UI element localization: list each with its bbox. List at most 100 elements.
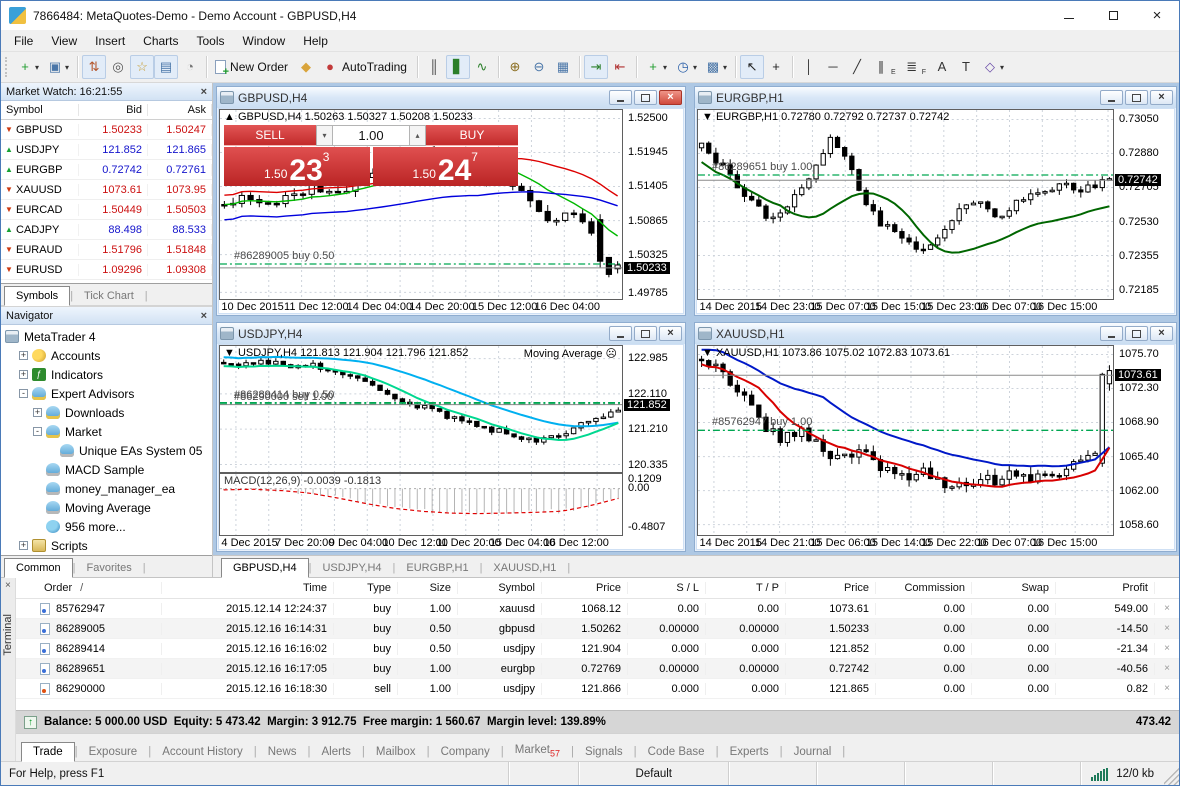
chart-tab-usdjpy-h4[interactable]: USDJPY,H4 (311, 559, 392, 577)
market-watch-tab-tick-chart[interactable]: Tick Chart (73, 287, 145, 305)
order-row-86289651[interactable]: 86289651 2015.12.16 16:17:05 buy 1.00 eurgbp… (16, 659, 1179, 679)
mw-column-symbol[interactable]: Symbol (1, 104, 79, 116)
close-order-icon[interactable]: × (1155, 683, 1179, 694)
equidistant-channel-button[interactable]: ∥ E (869, 55, 900, 79)
market-watch-tab-symbols[interactable]: Symbols (4, 286, 71, 306)
horizontal-line-button[interactable]: ─ (821, 55, 845, 79)
price-scale[interactable]: 0.73050 0.72880 0.72705 0.72530 0.72355 0.721… (1114, 109, 1174, 300)
market-watch-header[interactable]: Market Watch: 16:21:55 (1, 83, 212, 101)
column-header-price-close[interactable]: Price (786, 582, 876, 594)
column-header-type[interactable]: Type (334, 582, 398, 594)
navigator-header[interactable]: Navigator (1, 307, 212, 325)
nav-item-downloads[interactable]: + Downloads (1, 403, 212, 422)
nav-item-unique-eas-system-05[interactable]: Unique EAs System 05 (1, 441, 212, 460)
terminal-tab-experts[interactable]: Experts (719, 743, 780, 761)
market-watch-toggle[interactable]: ⇅ (82, 55, 107, 79)
chart-close-button[interactable] (659, 90, 682, 105)
text-button[interactable]: A (930, 55, 954, 79)
chart-restore-button[interactable] (634, 90, 657, 105)
candlestick-button[interactable]: ▋ (445, 55, 470, 79)
market-watch-row-eurusd[interactable]: ▼ EURUSD 1.09296 1.09308 (1, 260, 212, 280)
chart-minimize-button[interactable] (1100, 90, 1123, 105)
column-header-commission[interactable]: Commission (876, 582, 972, 594)
minimize-button[interactable] (1047, 1, 1091, 30)
nav-item-macd-sample[interactable]: MACD Sample (1, 460, 212, 479)
nav-item-956-more[interactable]: 956 more... (1, 517, 212, 536)
market-watch-close-icon[interactable] (201, 86, 207, 98)
macd-plot[interactable]: MACD(12,26,9) -0.0039 -0.1813 (219, 473, 623, 536)
autotrading-button[interactable]: ● AutoTrading (318, 55, 413, 79)
bar-chart-button[interactable]: ║ (422, 55, 446, 79)
text-label-button[interactable]: T (954, 55, 978, 79)
nav-item-moving-average[interactable]: Moving Average (1, 498, 212, 517)
mw-column-bid[interactable]: Bid (79, 104, 148, 116)
market-watch-row-euraud[interactable]: ▼ EURAUD 1.51796 1.51848 (1, 240, 212, 260)
terminal-close-icon[interactable] (5, 580, 11, 591)
time-axis[interactable]: 10 Dec 2015 11 Dec 12:00 14 Dec 04:00 14 De… (219, 300, 623, 313)
navigator-tab-favorites[interactable]: Favorites (75, 559, 142, 577)
market-watch-row-gbpusd[interactable]: ▼ GBPUSD 1.50233 1.50247 (1, 120, 212, 140)
profiles-button[interactable]: ▣ ▾ (43, 55, 73, 79)
column-header-time[interactable]: Time (162, 582, 334, 594)
chart-window-titlebar-eurgbp[interactable]: EURGBP,H1 (695, 87, 1176, 108)
order-row-86289005[interactable]: 86289005 2015.12.16 16:14:31 buy 0.50 gbpusd… (16, 619, 1179, 639)
time-axis[interactable]: 14 Dec 2015 14 Dec 23:00 15 Dec 07:00 15 De… (697, 300, 1114, 313)
terminal-tab-market[interactable]: Market57 (504, 741, 571, 761)
buy-button[interactable]: BUY (426, 125, 518, 146)
chart-minimize-button[interactable] (609, 90, 632, 105)
terminal-tab-trade[interactable]: Trade (21, 742, 75, 762)
tile-windows-button[interactable]: ▦ (551, 55, 575, 79)
sell-price-tile[interactable]: 1.50 23 3 (224, 147, 370, 186)
chart-plot-usdjpy[interactable]: ▼ USDJPY,H4 121.813 121.904 121.796 121.… (219, 345, 623, 473)
macd-scale[interactable]: 0.1209 0.00 -0.4807 (623, 473, 683, 536)
terminal-toggle[interactable]: ▤ (154, 55, 179, 79)
menu-charts[interactable]: Charts (134, 31, 187, 51)
close-order-icon[interactable]: × (1155, 643, 1179, 654)
expand-plus-icon[interactable]: + (19, 370, 28, 379)
market-watch-row-eurcad[interactable]: ▼ EURCAD 1.50449 1.50503 (1, 200, 212, 220)
column-header-s-l[interactable]: S / L (628, 582, 706, 594)
expand-plus-icon[interactable]: + (33, 408, 42, 417)
chart-window-titlebar-usdjpy[interactable]: USDJPY,H4 (217, 323, 685, 344)
terminal-tab-company[interactable]: Company (430, 743, 501, 761)
close-button[interactable]: × (1135, 1, 1179, 30)
nav-item-market[interactable]: - Market (1, 422, 212, 441)
chart-close-button[interactable] (1150, 326, 1173, 341)
terminal-tab-exposure[interactable]: Exposure (78, 743, 149, 761)
nav-item-accounts[interactable]: + Accounts (1, 346, 212, 365)
chart-minimize-button[interactable] (609, 326, 632, 341)
expand-plus-icon[interactable]: + (19, 351, 28, 360)
nav-item-metatrader-4[interactable]: MetaTrader 4 (1, 327, 212, 346)
chart-plot-xauusd[interactable]: ▼ XAUUSD,H1 1073.86 1075.02 1072.83 1073… (697, 345, 1114, 536)
zoom-out-button[interactable]: ⊖ (527, 55, 551, 79)
terminal-tab-alerts[interactable]: Alerts (311, 743, 362, 761)
periods-button[interactable]: ◷ ▾ (671, 55, 701, 79)
chart-window-titlebar-xauusd[interactable]: XAUUSD,H1 (695, 323, 1176, 344)
column-header-size[interactable]: Size (398, 582, 458, 594)
buy-price-tile[interactable]: 1.50 24 7 (372, 147, 518, 186)
metaeditor-button[interactable]: ◆ (294, 55, 318, 79)
chart-shift-toggle[interactable]: ⇤ (608, 55, 632, 79)
resize-grip[interactable] (1164, 762, 1179, 785)
cursor-button[interactable]: ↖ (740, 55, 765, 79)
line-chart-button[interactable]: ∿ (470, 55, 494, 79)
column-header-symbol[interactable]: Symbol (458, 582, 542, 594)
nav-item-scripts[interactable]: + Scripts (1, 536, 212, 555)
market-watch-row-cadjpy[interactable]: ▲ CADJPY 88.498 88.533 (1, 220, 212, 240)
chart-tab-xauusd-h1[interactable]: XAUUSD,H1 (482, 559, 567, 577)
profile-selector[interactable]: Default (578, 762, 728, 785)
market-watch-row-xauusd[interactable]: ▼ XAUUSD 1073.61 1073.95 (1, 180, 212, 200)
terminal-tab-news[interactable]: News (257, 743, 308, 761)
menu-insert[interactable]: Insert (86, 31, 134, 51)
chart-plot-eurgbp[interactable]: ▼ EURGBP,H1 0.72780 0.72792 0.72737 0.72… (697, 109, 1114, 300)
titlebar[interactable]: 7866484: MetaQuotes-Demo - Demo Account … (1, 1, 1179, 30)
column-header-price[interactable]: Price (542, 582, 628, 594)
time-axis[interactable]: 14 Dec 2015 14 Dec 21:00 15 Dec 06:00 15 De… (697, 536, 1114, 549)
chart-restore-button[interactable] (634, 326, 657, 341)
chart-close-button[interactable] (1150, 90, 1173, 105)
menu-help[interactable]: Help (294, 31, 337, 51)
volume-increase-button[interactable] (409, 125, 426, 146)
terminal-tab-journal[interactable]: Journal (783, 743, 843, 761)
volume-decrease-button[interactable] (316, 125, 333, 146)
nav-item-money-manager-ea[interactable]: money_manager_ea (1, 479, 212, 498)
